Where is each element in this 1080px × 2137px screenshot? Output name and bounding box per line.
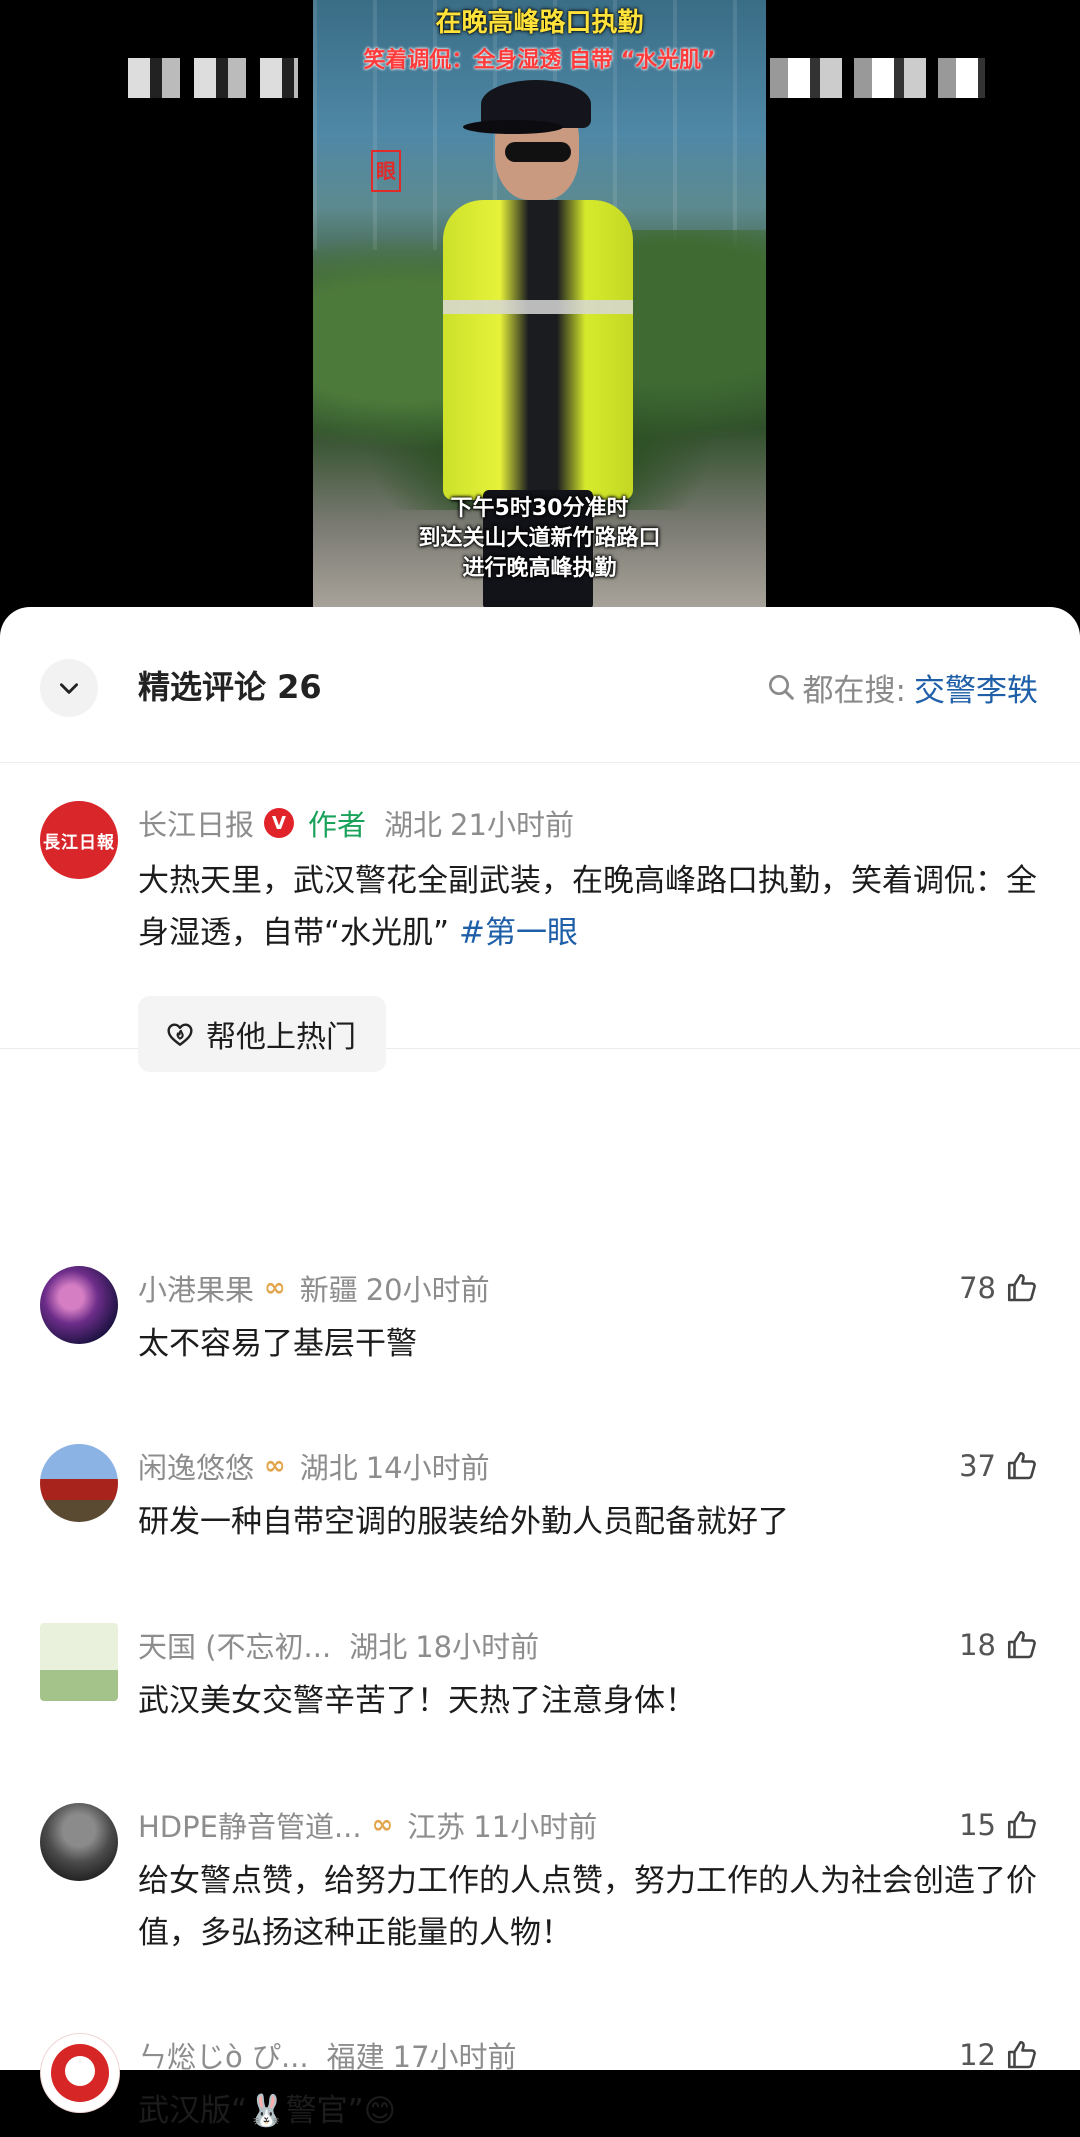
chevron-down-icon (60, 683, 78, 694)
comment-location: 江苏 (407, 1810, 466, 1844)
commenter-name[interactable]: 天国 (不忘初... (138, 1624, 331, 1666)
collapse-comments-button[interactable] (40, 659, 98, 717)
commenter-name[interactable]: 长江日报 (138, 802, 254, 844)
trending-search-link[interactable]: 都在搜: 交警李轶 (765, 662, 1038, 712)
thumbs-up-icon[interactable] (1004, 1448, 1040, 1484)
avatar[interactable] (40, 1266, 118, 1344)
comment-text: 大热天里，武汉警花全副武装，在晚高峰路口执勤，笑着调侃：全身湿透，自带“水光肌”… (138, 855, 1040, 959)
comments-header: 精选评论 26 都在搜: 交警李轶 (0, 607, 1080, 763)
like-count: 12 (959, 2038, 996, 2072)
like-count: 18 (959, 1628, 996, 1662)
comment-meta: 小港果果 ∞ 新疆 20小时前 (138, 1266, 490, 1310)
comment-meta: HDPE静音管道... ∞ 江苏 11小时前 (138, 1803, 597, 1847)
reflective-jacket (443, 200, 633, 500)
avatar[interactable] (40, 1803, 118, 1881)
avatar[interactable] (40, 2033, 120, 2113)
comment-meta: 长江日报 V 作者 湖北 21小时前 (138, 801, 574, 845)
search-icon (768, 675, 794, 700)
heart-flame-icon (167, 1023, 193, 1046)
like-count: 15 (959, 1808, 996, 1842)
comments-panel: 精选评论 26 都在搜: 交警李轶 長江日報 长江日报 V 作者 湖北 21小时… (0, 607, 1080, 2129)
comment-text: 武汉版“🐰警官”😊 (138, 2093, 397, 2129)
comment-text: 武汉美女交警辛苦了！天热了注意身体！ (138, 1683, 696, 1719)
video-caption-line: 到达关山大道新竹路路口 (418, 526, 661, 551)
comment-time: 11小时前 (473, 1810, 598, 1844)
video-subtitle: 笑着调侃：全身湿透 自带 “水光肌” (363, 48, 716, 73)
video-title: 在晚高峰路口执勤 (435, 8, 644, 38)
comment-location: 湖北 (349, 1630, 408, 1664)
jacket-stripe (443, 300, 633, 314)
video-frame[interactable]: 眼 在晚高峰路口执勤 笑着调侃：全身湿透 自带 “水光肌” 下午5时30分准时 … (313, 0, 766, 610)
commenter-name[interactable]: HDPE静音管道... (138, 1804, 362, 1846)
avatar[interactable] (40, 1623, 118, 1701)
comment-time: 14小时前 (365, 1451, 490, 1485)
comment-meta: 天国 (不忘初... 湖北 18小时前 (138, 1623, 539, 1667)
comment-time: 18小时前 (415, 1630, 540, 1664)
thumbs-up-icon[interactable] (1004, 1270, 1040, 1306)
thumbs-up-icon[interactable] (1004, 1627, 1040, 1663)
thumbs-up-icon[interactable] (1004, 1807, 1040, 1843)
comment-meta: 闲逸悠悠 ∞ 湖北 14小时前 (138, 1444, 490, 1488)
comments-title: 精选评论 26 (138, 668, 322, 706)
video-corner-tag: 眼 (371, 150, 401, 192)
avatar-center (65, 2056, 95, 2086)
boost-hot-button[interactable]: 帮他上热门 (138, 996, 386, 1072)
sunglasses (505, 142, 571, 162)
hashtag-link[interactable]: #第一眼 (459, 915, 578, 951)
vip-badge-icon: ∞ (264, 1451, 286, 1481)
comment-location: 新疆 (299, 1273, 358, 1307)
author-tag: 作者 (308, 808, 367, 842)
comment-body: 大热天里，武汉警花全副武装，在晚高峰路口执勤，笑着调侃：全身湿透，自带“水光肌” (138, 863, 1037, 951)
comment-text: 研发一种自带空调的服装给外勤人员配备就好了 (138, 1504, 789, 1540)
comment-text: 太不容易了基层干警 (138, 1326, 417, 1362)
avatar[interactable]: 長江日報 (40, 801, 118, 879)
thumbs-up-icon[interactable] (1004, 2037, 1040, 2073)
comment-time: 21小时前 (450, 808, 574, 842)
verified-badge-icon: V (264, 808, 295, 838)
comment-text: 给女警点赞，给努力工作的人点赞，努力工作的人为社会创造了价值，多弘扬这种正能量的… (138, 1863, 1037, 1951)
boost-hot-label: 帮他上热门 (206, 1020, 356, 1055)
video-caption-line: 下午5时30分准时 (450, 496, 629, 521)
comment-meta: ㄣ焧じò ぴ... 福建 17小时前 (138, 2033, 517, 2077)
author-comment: 長江日報 长江日报 V 作者 湖北 21小时前 大热天里，武汉警花全副武装，在晚… (0, 763, 1080, 1072)
avatar-logo-text: 長江日報 (43, 832, 115, 853)
comment-location: 湖北 (299, 1451, 358, 1485)
like-count: 37 (959, 1449, 996, 1483)
blurred-username-left (128, 58, 298, 98)
vip-badge-icon: ∞ (264, 1273, 286, 1303)
video-caption-line: 进行晚高峰执勤 (462, 556, 617, 581)
comment-time: 20小时前 (365, 1273, 490, 1307)
commenter-name[interactable]: 小港果果 (138, 1267, 254, 1309)
blurred-username-right (770, 58, 985, 98)
search-term[interactable]: 交警李轶 (914, 665, 1038, 710)
vip-badge-icon: ∞ (371, 1810, 394, 1840)
like-count: 78 (959, 1271, 996, 1305)
search-prefix-label: 都在搜: (802, 672, 906, 709)
cap-visor (463, 120, 563, 134)
avatar[interactable] (40, 1444, 118, 1522)
video-player[interactable]: 眼 在晚高峰路口执勤 笑着调侃：全身湿透 自带 “水光肌” 下午5时30分准时 … (0, 0, 1080, 640)
commenter-name[interactable]: 闲逸悠悠 (138, 1445, 254, 1487)
comment-location: 湖北 (384, 808, 443, 842)
